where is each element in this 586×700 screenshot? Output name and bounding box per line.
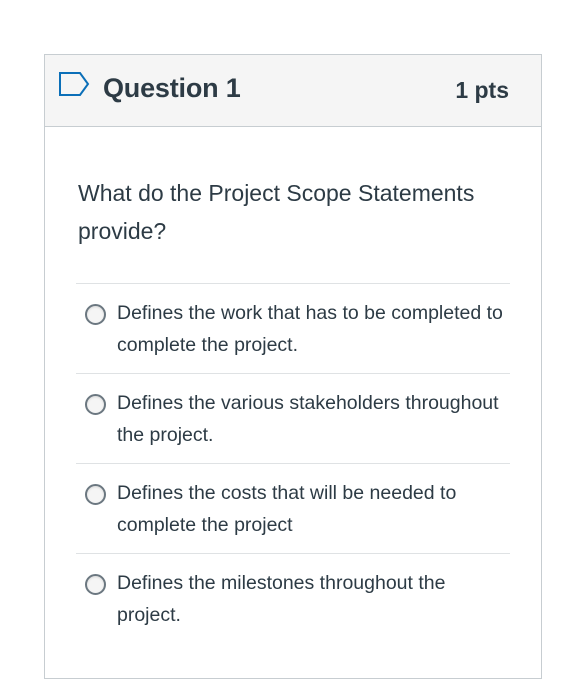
answer-list: Defines the work that has to be complete… bbox=[76, 283, 510, 643]
answer-label[interactable]: Defines the milestones throughout the pr… bbox=[117, 567, 512, 631]
radio-button[interactable] bbox=[85, 304, 106, 325]
radio-button[interactable] bbox=[85, 484, 106, 505]
question-card: Question 1 1 pts What do the Project Sco… bbox=[44, 54, 542, 679]
radio-button[interactable] bbox=[85, 394, 106, 415]
question-points: 1 pts bbox=[455, 77, 509, 103]
answer-option[interactable]: Defines the work that has to be complete… bbox=[76, 283, 510, 373]
question-body: What do the Project Scope Statements pro… bbox=[78, 174, 518, 250]
answer-label[interactable]: Defines the work that has to be complete… bbox=[117, 297, 512, 361]
answer-option[interactable]: Defines the various stakeholders through… bbox=[76, 373, 510, 463]
answer-label[interactable]: Defines the various stakeholders through… bbox=[117, 387, 512, 451]
question-header: Question 1 1 pts bbox=[45, 55, 541, 127]
answer-label[interactable]: Defines the costs that will be needed to… bbox=[117, 477, 512, 541]
answer-option[interactable]: Defines the costs that will be needed to… bbox=[76, 463, 510, 553]
flag-question-icon[interactable] bbox=[58, 70, 90, 98]
answer-option[interactable]: Defines the milestones throughout the pr… bbox=[76, 553, 510, 643]
question-title: Question 1 bbox=[103, 73, 241, 103]
question-text: What do the Project Scope Statements pro… bbox=[78, 180, 475, 244]
radio-button[interactable] bbox=[85, 574, 106, 595]
